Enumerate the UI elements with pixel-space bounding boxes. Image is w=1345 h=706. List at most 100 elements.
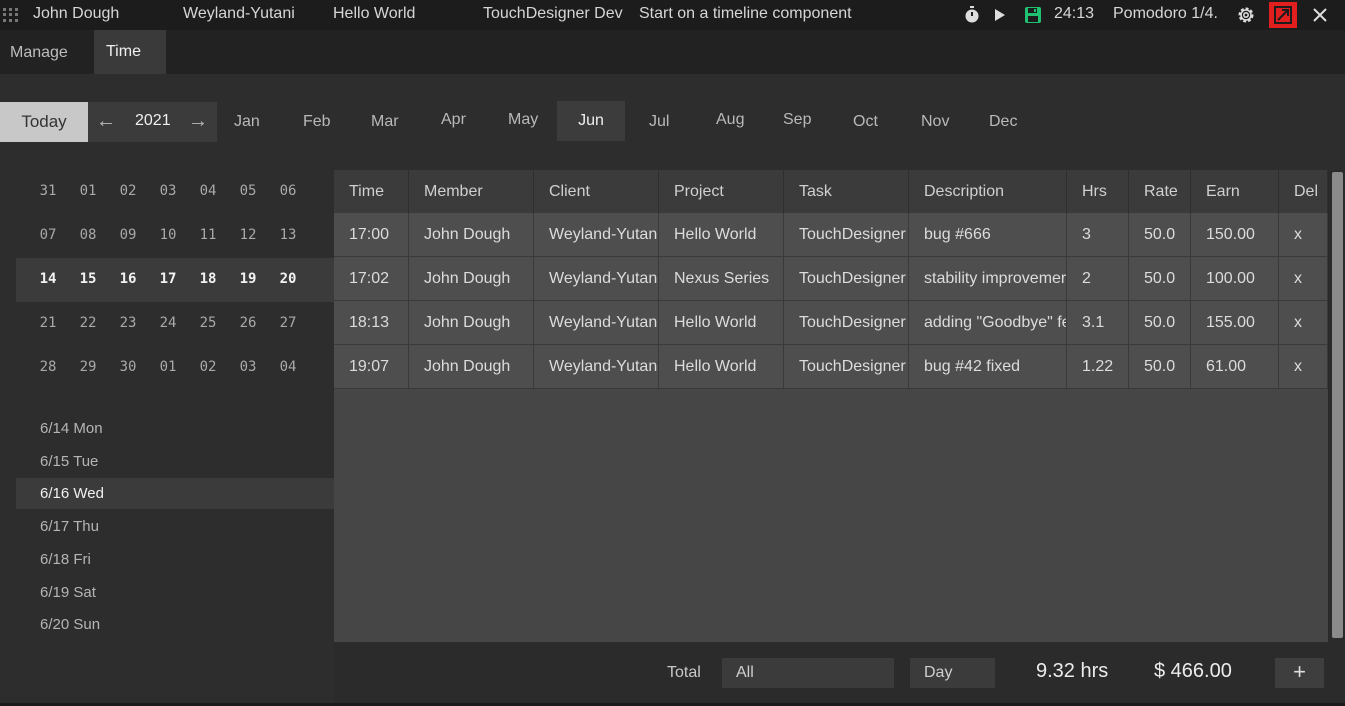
calendar-day[interactable]: 15 <box>73 271 103 287</box>
cell-earn[interactable]: 150.00 <box>1191 213 1279 256</box>
calendar-day[interactable]: 01 <box>153 359 183 375</box>
day-list-item[interactable]: 6/14 Mon <box>16 413 334 444</box>
current-description[interactable]: Start on a timeline component <box>639 5 852 23</box>
calendar-day[interactable]: 04 <box>273 359 303 375</box>
settings-icon[interactable] <box>1235 4 1257 26</box>
day-list-item[interactable]: 6/16 Wed <box>16 478 334 510</box>
column-header-hrs[interactable]: Hrs <box>1067 170 1129 213</box>
column-header-time[interactable]: Time <box>334 170 409 213</box>
cell-client[interactable]: Weyland-Yutani <box>534 213 659 256</box>
calendar-day[interactable]: 02 <box>193 359 223 375</box>
table-row[interactable]: 17:00 John Dough Weyland-Yutani Hello World… <box>334 213 1328 257</box>
column-header-task[interactable]: Task <box>784 170 909 213</box>
period-dropdown[interactable]: Day <box>910 658 995 688</box>
column-header-delete[interactable]: Del <box>1279 170 1328 213</box>
week-row[interactable]: 31 01 02 03 04 05 06 <box>16 170 334 214</box>
column-header-member[interactable]: Member <box>409 170 534 213</box>
calendar-day[interactable]: 04 <box>193 183 223 199</box>
filter-dropdown[interactable]: All <box>722 658 894 688</box>
cell-rate[interactable]: 50.0 <box>1129 301 1191 344</box>
cell-earn[interactable]: 100.00 <box>1191 257 1279 300</box>
cell-client[interactable]: Weyland-Yutani <box>534 345 659 388</box>
day-list-item[interactable]: 6/19 Sat <box>16 577 334 608</box>
cell-member[interactable]: John Dough <box>409 257 534 300</box>
day-list-item[interactable]: 6/17 Thu <box>16 511 334 542</box>
cell-hrs[interactable]: 1.22 <box>1067 345 1129 388</box>
calendar-day[interactable]: 09 <box>113 227 143 243</box>
month-nov[interactable]: Nov <box>921 113 949 131</box>
calendar-day[interactable]: 10 <box>153 227 183 243</box>
calendar-day[interactable]: 20 <box>273 271 303 287</box>
month-aug[interactable]: Aug <box>716 111 744 129</box>
calendar-day[interactable]: 19 <box>233 271 263 287</box>
cell-description[interactable]: bug #666 <box>909 213 1067 256</box>
current-task[interactable]: TouchDesigner Dev <box>483 5 623 23</box>
day-list-item[interactable]: 6/18 Fri <box>16 544 334 575</box>
cell-description[interactable]: adding "Goodbye" fe <box>909 301 1067 344</box>
calendar-day[interactable]: 05 <box>233 183 263 199</box>
cell-member[interactable]: John Dough <box>409 345 534 388</box>
cell-member[interactable]: John Dough <box>409 213 534 256</box>
cell-task[interactable]: TouchDesigner <box>784 213 909 256</box>
week-row[interactable]: 21 22 23 24 25 26 27 <box>16 302 334 346</box>
calendar-day[interactable]: 30 <box>113 359 143 375</box>
scrollbar-thumb[interactable] <box>1332 172 1343 638</box>
next-year-arrow-icon[interactable]: → <box>188 110 208 133</box>
current-project[interactable]: Hello World <box>333 5 415 23</box>
cell-hrs[interactable]: 2 <box>1067 257 1129 300</box>
delete-row-button[interactable]: x <box>1279 213 1328 256</box>
cell-project[interactable]: Hello World <box>659 345 784 388</box>
cell-client[interactable]: Weyland-Yutani <box>534 301 659 344</box>
month-jul[interactable]: Jul <box>649 113 669 131</box>
table-row[interactable]: 18:13 John Dough Weyland-Yutani Hello World… <box>334 301 1328 345</box>
month-apr[interactable]: Apr <box>441 111 466 129</box>
cell-task[interactable]: TouchDesigner <box>784 257 909 300</box>
month-oct[interactable]: Oct <box>853 113 878 131</box>
calendar-day[interactable]: 03 <box>153 183 183 199</box>
month-may[interactable]: May <box>508 111 538 129</box>
delete-row-button[interactable]: x <box>1279 345 1328 388</box>
cell-rate[interactable]: 50.0 <box>1129 213 1191 256</box>
month-mar[interactable]: Mar <box>371 113 399 131</box>
day-list-item[interactable]: 6/20 Sun <box>16 609 334 640</box>
table-row[interactable]: 17:02 John Dough Weyland-Yutani Nexus Serie… <box>334 257 1328 301</box>
cell-project[interactable]: Hello World <box>659 301 784 344</box>
calendar-day[interactable]: 29 <box>73 359 103 375</box>
calendar-day[interactable]: 08 <box>73 227 103 243</box>
today-button[interactable]: Today <box>0 102 88 142</box>
play-icon[interactable] <box>992 4 1008 26</box>
calendar-day[interactable]: 24 <box>153 315 183 331</box>
cell-task[interactable]: TouchDesigner <box>784 345 909 388</box>
prev-year-arrow-icon[interactable]: ← <box>96 110 116 133</box>
calendar-day[interactable]: 22 <box>73 315 103 331</box>
calendar-day[interactable]: 06 <box>273 183 303 199</box>
close-icon[interactable] <box>1309 4 1331 26</box>
calendar-day[interactable]: 11 <box>193 227 223 243</box>
calendar-day[interactable]: 13 <box>273 227 303 243</box>
cell-time[interactable]: 17:00 <box>334 213 409 256</box>
tab-time[interactable]: Time <box>94 30 166 74</box>
calendar-day[interactable]: 16 <box>113 271 143 287</box>
cell-rate[interactable]: 50.0 <box>1129 257 1191 300</box>
calendar-day[interactable]: 12 <box>233 227 263 243</box>
cell-hrs[interactable]: 3 <box>1067 213 1129 256</box>
cell-task[interactable]: TouchDesigner <box>784 301 909 344</box>
cell-earn[interactable]: 155.00 <box>1191 301 1279 344</box>
cell-hrs[interactable]: 3.1 <box>1067 301 1129 344</box>
day-list-item[interactable]: 6/15 Tue <box>16 446 334 477</box>
column-header-earn[interactable]: Earn <box>1191 170 1279 213</box>
column-header-rate[interactable]: Rate <box>1129 170 1191 213</box>
delete-row-button[interactable]: x <box>1279 301 1328 344</box>
cell-member[interactable]: John Dough <box>409 301 534 344</box>
week-row[interactable]: 28 29 30 01 02 03 04 <box>16 346 334 390</box>
grip-icon[interactable] <box>3 8 19 22</box>
stopwatch-icon[interactable] <box>963 4 981 26</box>
cell-project[interactable]: Hello World <box>659 213 784 256</box>
table-row[interactable]: 19:07 John Dough Weyland-Yutani Hello World… <box>334 345 1328 389</box>
month-feb[interactable]: Feb <box>303 113 331 131</box>
calendar-day[interactable]: 02 <box>113 183 143 199</box>
cell-description[interactable]: stability improvemer <box>909 257 1067 300</box>
table-scrollbar[interactable] <box>1330 170 1345 642</box>
month-jan[interactable]: Jan <box>234 113 260 131</box>
current-user[interactable]: John Dough <box>33 5 119 23</box>
